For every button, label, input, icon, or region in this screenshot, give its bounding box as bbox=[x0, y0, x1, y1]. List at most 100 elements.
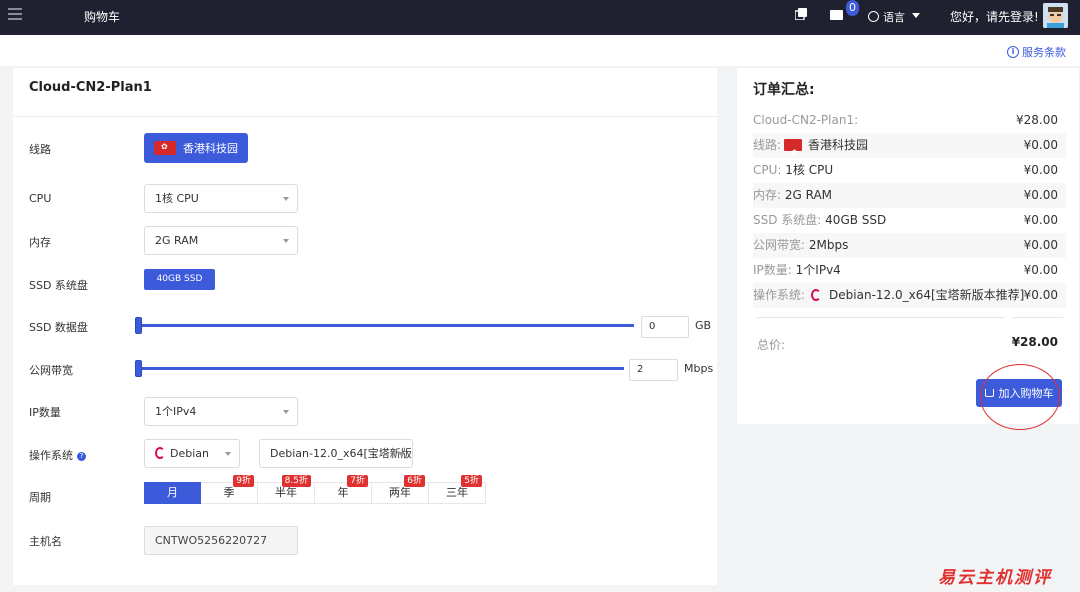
ssd-data-unit: GB bbox=[695, 319, 712, 332]
top-nav-bar: 购物车 0 语言 您好，请先登录! bbox=[0, 0, 1080, 35]
period-option[interactable]: 三年 5折 bbox=[429, 475, 486, 504]
period-option[interactable]: 年 7折 bbox=[315, 475, 372, 504]
cpu-select[interactable]: 1核 CPU bbox=[144, 184, 298, 213]
summary-line-key: 公网带宽: bbox=[753, 238, 806, 252]
summary-line-key: 线路: bbox=[753, 138, 782, 152]
summary-line-key: CPU: bbox=[753, 163, 782, 177]
route-label: 线路 bbox=[29, 143, 51, 156]
hostname-input[interactable]: CNTWO5256220727 bbox=[144, 526, 298, 555]
chevron-down-icon[interactable] bbox=[912, 13, 920, 18]
route-option-label: 香港科技园 bbox=[183, 142, 238, 155]
ssd-system-label: SSD 系统盘 bbox=[29, 279, 88, 292]
ssd-data-slider-handle[interactable] bbox=[135, 317, 142, 334]
summary-line-price: ¥28.00 bbox=[1016, 113, 1058, 127]
period-option[interactable]: 半年 8.5折 bbox=[258, 475, 315, 504]
chevron-down-icon bbox=[398, 452, 404, 456]
mail-icon[interactable] bbox=[830, 10, 843, 20]
hostname-label: 主机名 bbox=[29, 535, 62, 548]
cpu-select-value: 1核 CPU bbox=[155, 192, 199, 205]
bandwidth-input[interactable]: 2 bbox=[629, 359, 678, 381]
summary-line: SSD 系统盘: 40GB SSD ¥0.00 bbox=[753, 208, 1066, 233]
summary-line: 公网带宽: 2Mbps ¥0.00 bbox=[753, 233, 1066, 258]
summary-line-price: ¥0.00 bbox=[1023, 188, 1058, 202]
summary-divider bbox=[1013, 317, 1063, 318]
summary-line-key: IP数量: bbox=[753, 263, 792, 277]
bandwidth-slider-handle[interactable] bbox=[135, 360, 142, 377]
ssd-data-label: SSD 数据盘 bbox=[29, 321, 88, 334]
summary-line: 线路: 香港科技园 ¥0.00 bbox=[753, 133, 1066, 165]
summary-line: Cloud-CN2-Plan1: ¥28.00 bbox=[753, 108, 1066, 133]
page-title: 购物车 bbox=[84, 10, 121, 24]
os-label: 操作系统? bbox=[29, 447, 86, 463]
hong-kong-flag-icon bbox=[784, 139, 803, 165]
period-option-label: 季 bbox=[223, 486, 235, 499]
summary-line-price: ¥0.00 bbox=[1023, 238, 1058, 252]
period-option-label: 年 bbox=[337, 486, 349, 499]
notification-badge: 0 bbox=[846, 0, 859, 16]
copy-icon[interactable] bbox=[795, 8, 807, 20]
avatar[interactable] bbox=[1043, 3, 1068, 28]
chevron-down-icon bbox=[283, 239, 289, 243]
chevron-down-icon bbox=[283, 197, 289, 201]
summary-line-value: 40GB SSD bbox=[825, 213, 887, 227]
period-option-label: 月 bbox=[167, 486, 178, 499]
summary-line-price: ¥0.00 bbox=[1023, 138, 1058, 152]
ssd-data-input[interactable]: 0 bbox=[641, 316, 689, 338]
config-card: Cloud-CN2-Plan1 线路 香港科技园 CPU 1核 CPU 内存 2… bbox=[13, 68, 717, 585]
chevron-down-icon bbox=[283, 410, 289, 414]
bandwidth-slider[interactable] bbox=[138, 367, 624, 370]
discount-badge: 7折 bbox=[347, 475, 368, 487]
hamburger-menu-icon[interactable] bbox=[8, 8, 22, 20]
terms-label: 服务条款 bbox=[1022, 46, 1066, 59]
highlight-circle bbox=[980, 364, 1060, 430]
discount-badge: 5折 bbox=[461, 475, 482, 487]
summary-line-key: 内存: bbox=[753, 188, 782, 202]
debian-logo-icon bbox=[155, 447, 165, 459]
debian-logo-icon bbox=[811, 289, 822, 301]
ip-count-select-value: 1个IPv4 bbox=[155, 405, 197, 418]
help-icon[interactable]: ? bbox=[77, 452, 86, 461]
cpu-label: CPU bbox=[29, 192, 52, 205]
summary-line-value: 1个IPv4 bbox=[795, 263, 841, 277]
summary-line: IP数量: 1个IPv4 ¥0.00 bbox=[753, 258, 1066, 283]
summary-line-key: Cloud-CN2-Plan1: bbox=[753, 113, 859, 127]
hong-kong-flag-icon bbox=[154, 141, 176, 155]
summary-line-value: Debian-12.0_x64[宝塔新版本推荐] bbox=[829, 288, 1025, 302]
watermark: 易云主机测评 bbox=[938, 568, 1052, 588]
memory-select[interactable]: 2G RAM bbox=[144, 226, 298, 255]
globe-icon[interactable] bbox=[868, 11, 879, 22]
summary-line-value: 2G RAM bbox=[784, 188, 833, 202]
summary-line: 操作系统: Debian-12.0_x64[宝塔新版本推荐] ¥0.00 bbox=[753, 283, 1066, 308]
summary-line-value: 2Mbps bbox=[808, 238, 849, 252]
ip-count-label: IP数量 bbox=[29, 406, 61, 419]
summary-line-key: SSD 系统盘: bbox=[753, 213, 822, 227]
summary-line-price: ¥0.00 bbox=[1023, 213, 1058, 227]
memory-label: 内存 bbox=[29, 236, 51, 249]
summary-line-value: 1核 CPU bbox=[785, 163, 834, 177]
discount-badge: 9折 bbox=[233, 475, 254, 487]
summary-line-price: ¥0.00 bbox=[1023, 163, 1058, 177]
os-version-select[interactable]: Debian-12.0_x64[宝塔新版 bbox=[259, 439, 413, 468]
total-price: ¥28.00 bbox=[1011, 335, 1058, 349]
period-option[interactable]: 季 9折 bbox=[201, 475, 258, 504]
period-option[interactable]: 月 bbox=[144, 482, 201, 504]
period-option[interactable]: 两年 6折 bbox=[372, 475, 429, 504]
terms-link[interactable]: i 服务条款 bbox=[1007, 44, 1066, 60]
discount-badge: 8.5折 bbox=[281, 475, 311, 487]
ssd-system-option[interactable]: 40GB SSD bbox=[144, 269, 215, 290]
language-selector[interactable]: 语言 bbox=[883, 9, 905, 25]
plan-title: Cloud-CN2-Plan1 bbox=[13, 68, 717, 117]
ip-count-select[interactable]: 1个IPv4 bbox=[144, 397, 298, 426]
chevron-down-icon bbox=[225, 452, 231, 456]
route-option-button[interactable]: 香港科技园 bbox=[144, 133, 248, 163]
ssd-data-slider[interactable] bbox=[138, 324, 634, 327]
period-options: 月季 9折 半年 8.5折年 7折 两年 6折 三年 5折 bbox=[144, 475, 486, 504]
discount-badge: 6折 bbox=[404, 475, 425, 487]
period-option-label: 两年 bbox=[389, 486, 411, 499]
total-label: 总价: bbox=[757, 338, 786, 352]
memory-select-value: 2G RAM bbox=[155, 234, 199, 247]
login-greeting[interactable]: 您好，请先登录! bbox=[950, 8, 1039, 25]
period-option-label: 三年 bbox=[446, 486, 468, 499]
os-family-select[interactable]: Debian bbox=[144, 439, 240, 468]
summary-line: 内存: 2G RAM ¥0.00 bbox=[753, 183, 1066, 208]
